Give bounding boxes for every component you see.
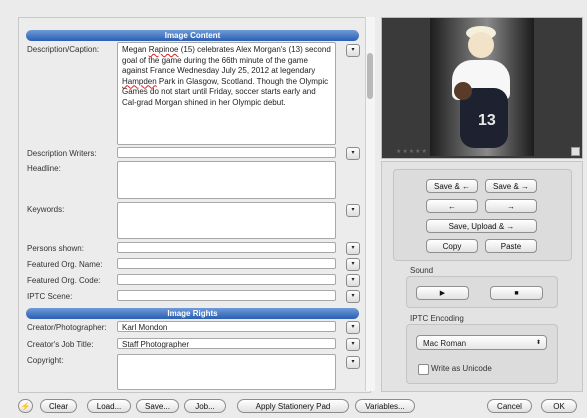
write-unicode-checkbox[interactable] <box>418 364 429 375</box>
copy-button[interactable]: Copy <box>426 239 478 253</box>
creator-popup-button[interactable]: ▾ <box>346 321 360 334</box>
play-button[interactable]: ▶ <box>416 286 469 300</box>
jersey-number: 13 <box>478 112 496 129</box>
form-scrollbar-thumb[interactable] <box>367 53 373 99</box>
encoding-select[interactable]: Mac Roman ⬍ <box>416 335 547 350</box>
write-unicode-label: Write as Unicode <box>431 364 492 373</box>
variables-button[interactable]: Variables... <box>355 399 415 413</box>
paste-button[interactable]: Paste <box>485 239 537 253</box>
encoding-group <box>406 324 558 384</box>
iptc-scene-label: IPTC Scene: <box>27 292 73 301</box>
description-textarea[interactable]: Megan Rapinoe (15) celebrates Alex Morga… <box>117 42 336 145</box>
save-upload-next-button[interactable]: Save, Upload & → <box>426 219 537 233</box>
clear-button[interactable]: Clear <box>40 399 77 413</box>
keywords-label: Keywords: <box>27 205 65 214</box>
preview-photo: 13 <box>430 18 534 156</box>
description-misspelled-word: Rapinoe <box>148 45 179 54</box>
featured-org-code-popup-button[interactable]: ▾ <box>346 274 360 287</box>
featured-org-name-popup-button[interactable]: ▾ <box>346 258 360 271</box>
cancel-button[interactable]: Cancel <box>487 399 532 413</box>
controls-panel: Save & ← Save & → ← → Save, Upload & → C… <box>381 161 583 392</box>
copyright-textarea[interactable] <box>117 354 336 390</box>
creator-field[interactable]: Karl Mondon <box>117 321 336 332</box>
persons-shown-label: Persons shown: <box>27 244 84 253</box>
save-prev-button[interactable]: Save & ← <box>426 179 478 193</box>
copyright-popup-button[interactable]: ▾ <box>346 356 360 369</box>
form-scrollbar[interactable] <box>365 17 375 391</box>
description-label: Description/Caption: <box>27 45 100 54</box>
metadata-form: Image Content Description/Caption: Megan… <box>18 17 371 393</box>
image-preview: 13 ★★★★★ <box>381 17 583 159</box>
rating-stars[interactable]: ★★★★★ <box>396 148 428 155</box>
section-header-image-rights: Image Rights <box>26 308 359 319</box>
load-button[interactable]: Load... <box>87 399 131 413</box>
lightning-button[interactable]: ⚡ <box>18 399 33 413</box>
ok-button[interactable]: OK <box>541 399 577 413</box>
featured-org-code-label: Featured Org. Code: <box>27 276 101 285</box>
apply-stationery-pad-button[interactable]: Apply Stationery Pad <box>237 399 349 413</box>
iptc-scene-field[interactable] <box>117 290 336 301</box>
copyright-label: Copyright: <box>27 356 64 365</box>
job-button[interactable]: Job... <box>184 399 226 413</box>
stop-button[interactable]: ■ <box>490 286 543 300</box>
description-popup-button[interactable]: ▾ <box>346 44 360 57</box>
encoding-select-value: Mac Roman <box>423 339 467 348</box>
next-button[interactable]: → <box>485 199 537 213</box>
save-button[interactable]: Save... <box>136 399 179 413</box>
persons-shown-popup-button[interactable]: ▾ <box>346 242 360 255</box>
persons-shown-field[interactable] <box>117 242 336 253</box>
sound-label: Sound <box>410 266 434 275</box>
featured-org-name-label: Featured Org. Name: <box>27 260 103 269</box>
description-text-a: Megan <box>122 45 149 54</box>
prev-button[interactable]: ← <box>426 199 478 213</box>
job-title-label: Creator's Job Title: <box>27 340 94 349</box>
navigation-group <box>393 169 572 261</box>
preview-resize-icon[interactable] <box>571 147 580 156</box>
headline-textarea[interactable] <box>117 161 336 199</box>
headline-label: Headline: <box>27 164 61 173</box>
keywords-textarea[interactable] <box>117 202 336 239</box>
featured-org-name-field[interactable] <box>117 258 336 269</box>
select-arrows-icon: ⬍ <box>535 340 541 346</box>
description-writers-field[interactable] <box>117 147 336 158</box>
keywords-popup-button[interactable]: ▾ <box>346 204 360 217</box>
iptc-editor-window: Image Content Description/Caption: Megan… <box>0 0 587 418</box>
iptc-encoding-label: IPTC Encoding <box>410 314 464 323</box>
description-writers-label: Description Writers: <box>27 149 97 158</box>
job-title-popup-button[interactable]: ▾ <box>346 338 360 351</box>
save-next-button[interactable]: Save & → <box>485 179 537 193</box>
section-header-image-content: Image Content <box>26 30 359 41</box>
creator-label: Creator/Photographer: <box>27 323 107 332</box>
job-title-field[interactable]: Staff Photographer <box>117 338 336 349</box>
description-misspelled-word-2: Hampden <box>122 76 157 86</box>
description-writers-popup-button[interactable]: ▾ <box>346 147 360 160</box>
iptc-scene-popup-button[interactable]: ▾ <box>346 290 360 303</box>
featured-org-code-field[interactable] <box>117 274 336 285</box>
